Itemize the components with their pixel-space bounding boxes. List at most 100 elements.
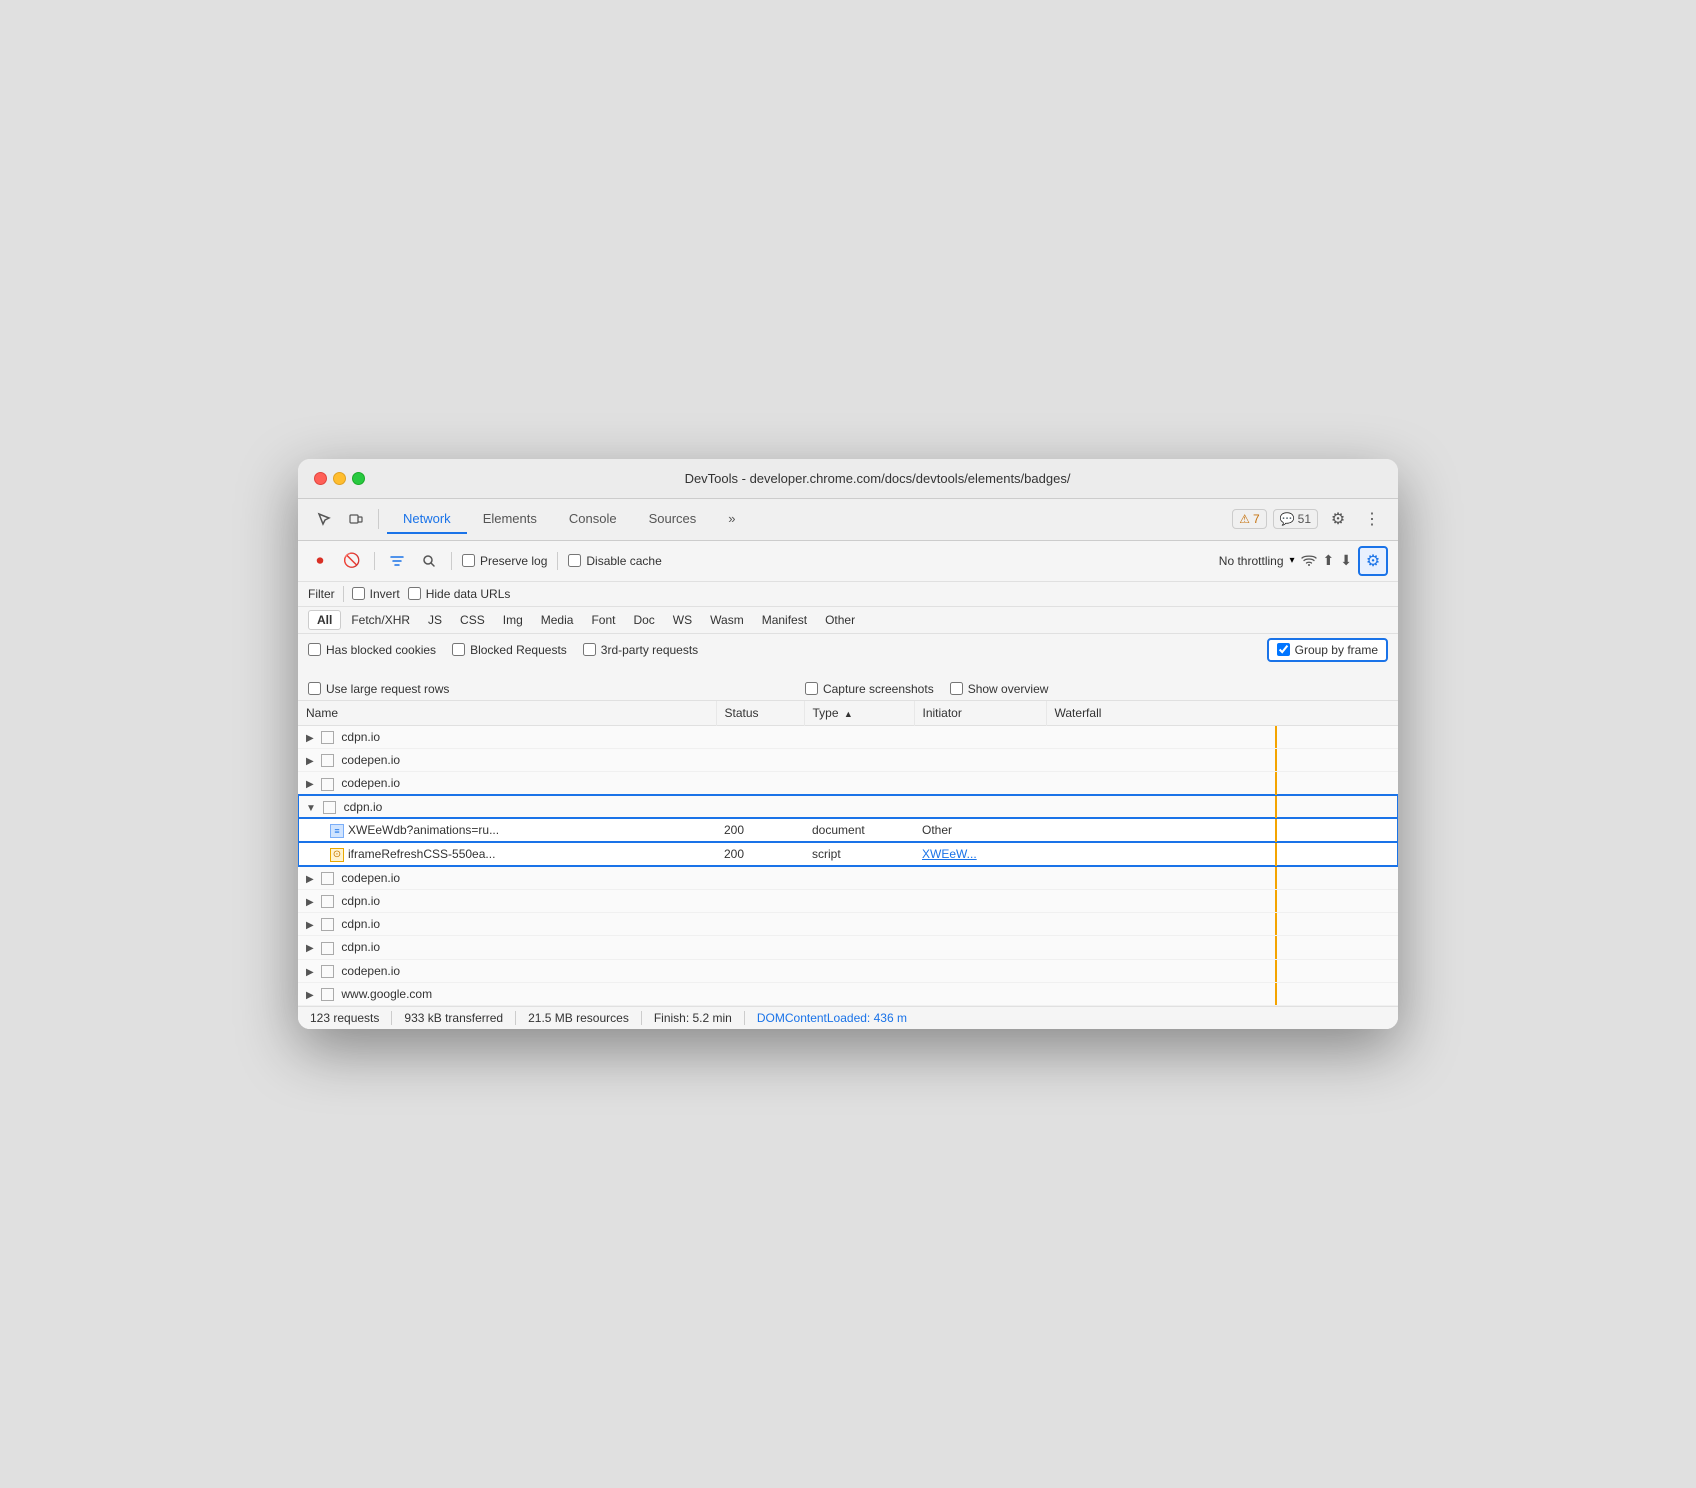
group-by-frame-label[interactable]: Group by frame [1277,643,1378,657]
expand-arrow[interactable]: ▶ [306,943,314,954]
minimize-button[interactable] [333,472,346,485]
table-row[interactable]: ▶ cdpn.io [298,936,1398,959]
more-button[interactable]: ⋮ [1358,505,1386,533]
preserve-log-label[interactable]: Preserve log [462,554,547,568]
large-rows-label[interactable]: Use large request rows [308,682,449,696]
clear-button[interactable]: 🚫 [340,549,364,573]
table-body: ▶ cdpn.io▶ codepen.io▶ codepen.io▼ cdpn.… [298,725,1398,1006]
tab-more[interactable]: » [712,505,751,534]
filter-tag-img[interactable]: Img [495,611,531,629]
record-button[interactable]: ⏺ [308,549,332,573]
filter-tag-all[interactable]: All [308,610,341,630]
device-toolbar-icon[interactable] [342,505,370,533]
invert-checkbox[interactable] [352,587,365,600]
blocked-cookies-label[interactable]: Has blocked cookies [308,643,436,657]
large-rows-checkbox[interactable] [308,682,321,695]
row-name: cdpn.io [341,940,380,954]
table-row[interactable]: ▶ cdpn.io [298,889,1398,912]
expand-arrow[interactable]: ▶ [306,897,314,908]
filter-tag-doc[interactable]: Doc [625,611,662,629]
tab-console[interactable]: Console [553,505,633,534]
group-by-frame-checkbox[interactable] [1277,643,1290,656]
network-settings-button[interactable]: ⚙ [1358,546,1388,576]
row-name: www.google.com [341,987,432,1001]
group-by-frame-wrapper: Group by frame [1267,638,1388,662]
traffic-lights [314,472,365,485]
expand-arrow[interactable]: ▶ [306,874,314,885]
third-party-label[interactable]: 3rd-party requests [583,643,698,657]
close-button[interactable] [314,472,327,485]
table-row[interactable]: ≡XWEeWdb?animations=ru...200documentOthe… [298,818,1398,842]
third-party-checkbox[interactable] [583,643,596,656]
options-group-right: Group by frame [1267,638,1388,662]
expand-arrow[interactable]: ▶ [306,990,314,1001]
capture-screenshots-label[interactable]: Capture screenshots [805,682,934,696]
hide-data-urls-label[interactable]: Hide data URLs [408,587,511,601]
initiator-link[interactable]: XWEeW... [922,847,977,861]
expand-arrow[interactable]: ▶ [306,756,314,767]
table-row[interactable]: ▶ cdpn.io [298,913,1398,936]
col-type[interactable]: Type ▲ [804,701,914,726]
disable-cache-label[interactable]: Disable cache [568,554,661,568]
col-name[interactable]: Name [298,701,716,726]
row-type: script [804,842,914,866]
expand-arrow[interactable]: ▼ [306,803,316,814]
tab-network[interactable]: Network [387,505,467,534]
blocked-cookies-text: Has blocked cookies [326,643,436,657]
expand-arrow[interactable]: ▶ [306,967,314,978]
disable-cache-text: Disable cache [586,554,661,568]
table-row[interactable]: ▶ codepen.io [298,772,1398,795]
capture-screenshots-checkbox[interactable] [805,682,818,695]
table-row[interactable]: ⊙iframeRefreshCSS-550ea...200scriptXWEeW… [298,842,1398,866]
expand-arrow[interactable]: ▶ [306,920,314,931]
filter-tag-other[interactable]: Other [817,611,863,629]
table-row[interactable]: ▶ cdpn.io [298,725,1398,748]
status-requests: 123 requests [310,1011,392,1025]
disable-cache-checkbox[interactable] [568,554,581,567]
filter-tag-manifest[interactable]: Manifest [754,611,815,629]
show-overview-checkbox[interactable] [950,682,963,695]
blocked-cookies-checkbox[interactable] [308,643,321,656]
col-initiator[interactable]: Initiator [914,701,1046,726]
table-row[interactable]: ▶ codepen.io [298,866,1398,889]
large-rows-text: Use large request rows [326,682,449,696]
row-status: 200 [716,842,804,866]
options-bar: Has blocked cookies Blocked Requests 3rd… [298,634,1398,701]
blocked-requests-checkbox[interactable] [452,643,465,656]
search-icon[interactable] [417,549,441,573]
table-header: Name Status Type ▲ Initiator [298,701,1398,726]
filter-tag-media[interactable]: Media [533,611,582,629]
title-bar: DevTools - developer.chrome.com/docs/dev… [298,459,1398,499]
invert-label[interactable]: Invert [352,587,400,601]
preserve-log-checkbox[interactable] [462,554,475,567]
col-status[interactable]: Status [716,701,804,726]
warning-badge[interactable]: ⚠ 7 [1232,509,1266,529]
filter-tag-css[interactable]: CSS [452,611,493,629]
expand-arrow[interactable]: ▶ [306,779,314,790]
table-row[interactable]: ▶ www.google.com [298,983,1398,1006]
maximize-button[interactable] [352,472,365,485]
expand-arrow[interactable]: ▶ [306,733,314,744]
filter-tag-ws[interactable]: WS [665,611,700,629]
blocked-requests-label[interactable]: Blocked Requests [452,643,567,657]
cursor-icon[interactable] [310,505,338,533]
show-overview-label[interactable]: Show overview [950,682,1049,696]
wifi-icon [1301,553,1317,569]
filter-icon[interactable] [385,549,409,573]
table-row[interactable]: ▼ cdpn.io [298,795,1398,818]
hide-data-urls-checkbox[interactable] [408,587,421,600]
filter-tag-js[interactable]: JS [420,611,450,629]
tab-elements[interactable]: Elements [467,505,553,534]
filter-tag-fetch_xhr[interactable]: Fetch/XHR [343,611,418,629]
table-row[interactable]: ▶ codepen.io [298,959,1398,982]
table-row[interactable]: ▶ codepen.io [298,748,1398,771]
status-resources: 21.5 MB resources [516,1011,642,1025]
col-waterfall[interactable]: Waterfall [1046,701,1398,726]
tab-sources[interactable]: Sources [633,505,713,534]
message-badge[interactable]: 💬 51 [1273,509,1318,529]
filter-tag-font[interactable]: Font [583,611,623,629]
filter-tag-wasm[interactable]: Wasm [702,611,752,629]
settings-button[interactable]: ⚙ [1324,505,1352,533]
status-transferred: 933 kB transferred [392,1011,516,1025]
filter-label: Filter [308,587,335,601]
